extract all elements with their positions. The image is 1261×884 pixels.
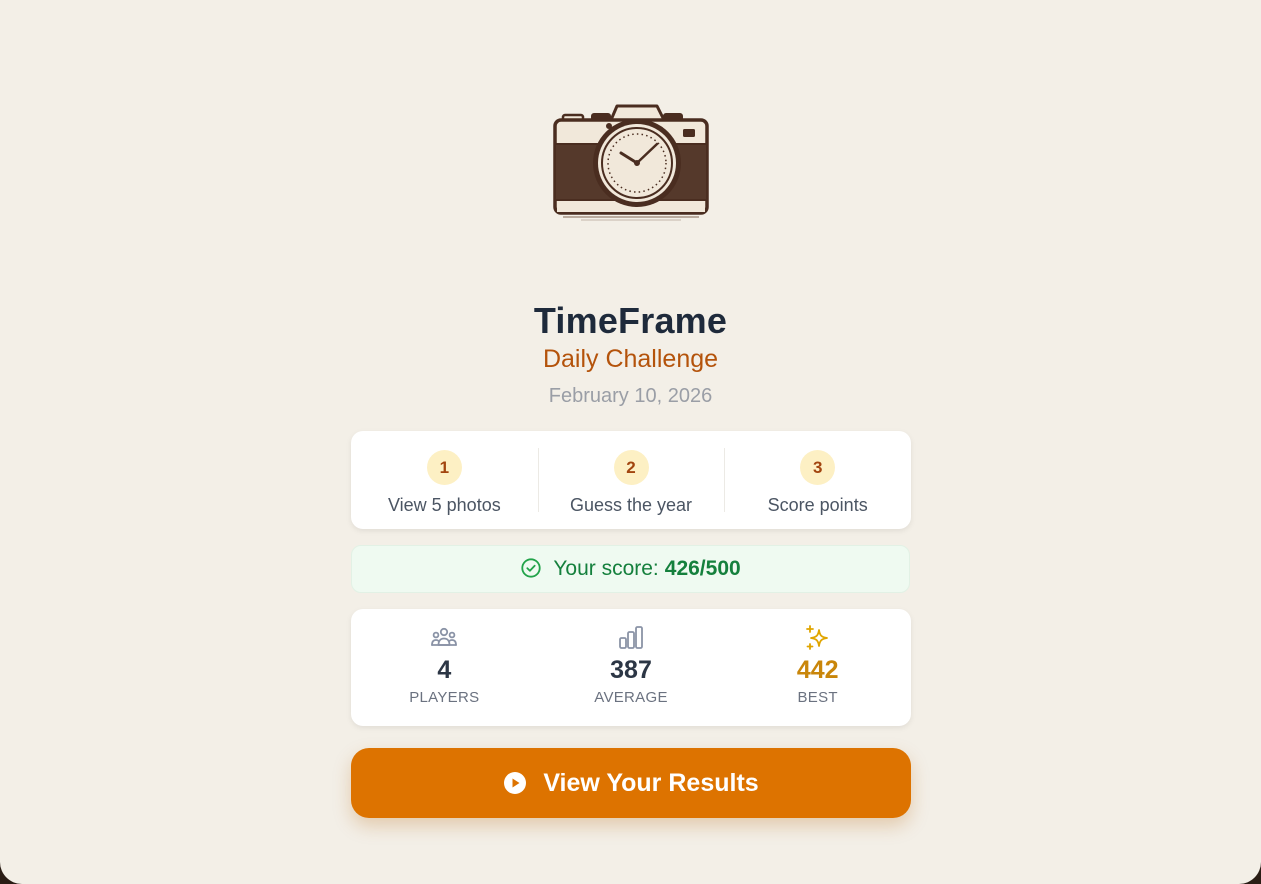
how-to-play-card: 1 View 5 photos 2 Guess the year 3 Score… [351,431,911,529]
camera-clock-icon [553,104,709,221]
bar-chart-icon [619,626,643,649]
stat-players: 4 PLAYERS [351,609,538,726]
challenge-subtitle: Daily Challenge [542,345,719,373]
check-circle-icon [521,558,541,578]
stat-label: BEST [797,689,838,706]
score-value: 426/500 [664,557,741,580]
users-icon [431,627,458,646]
step-label: View 5 photos [387,495,501,515]
challenge-date: February 10, 2026 [548,385,713,407]
step-item: 1 View 5 photos [351,431,538,529]
step-label: Guess the year [569,495,693,515]
stat-value: 442 [796,656,839,684]
step-item: 3 Score points [724,431,911,529]
step-label: Score points [767,495,868,515]
app-title: TimeFrame [533,300,728,341]
view-results-button[interactable]: View Your Results [351,748,911,818]
score-banner: Your score: 426/500 [351,545,910,593]
stats-card: 4 PLAYERS 387 AVERAGE 442 BEST [351,609,911,726]
play-circle-icon [504,772,527,794]
stat-value: 387 [610,656,652,684]
stat-label: PLAYERS [409,689,480,706]
step-item: 2 Guess the year [537,431,725,529]
sparkles-icon [805,625,828,650]
stat-value: 4 [437,656,452,684]
stat-average: 387 AVERAGE [538,609,725,726]
step-number-badge: 2 [613,450,649,485]
stat-label: AVERAGE [594,689,668,706]
stat-best: 442 BEST [724,609,911,726]
view-results-label: View Your Results [543,768,759,797]
score-label: Your score: [553,557,659,580]
step-number-badge: 1 [426,450,462,485]
step-number-badge: 3 [800,450,836,485]
app-frame: TimeFrame Daily Challenge February 10, 2… [0,0,1261,884]
